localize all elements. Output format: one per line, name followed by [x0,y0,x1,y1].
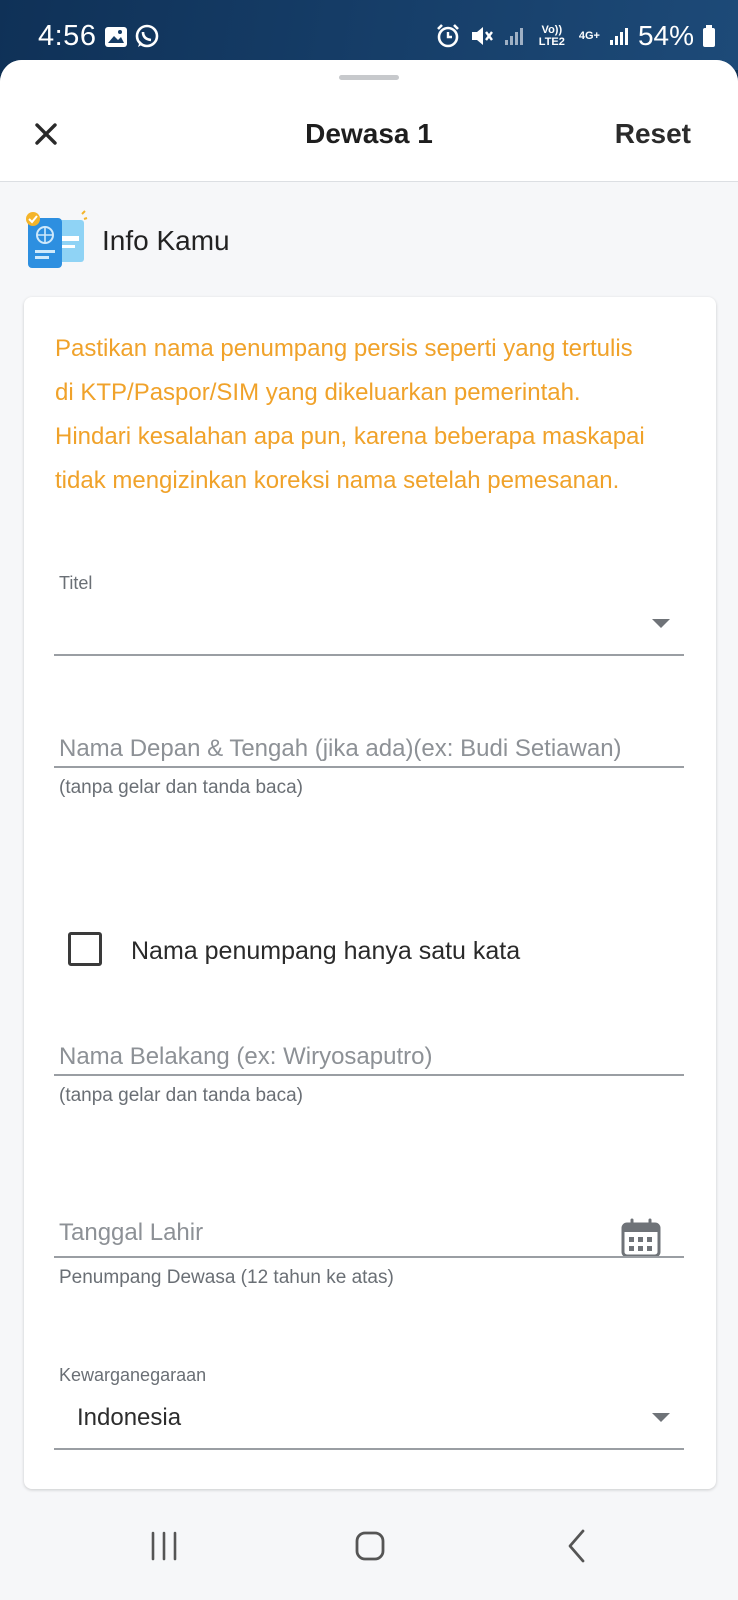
last-name-input[interactable]: Nama Belakang (ex: Wiryosaputro) [59,1043,432,1071]
chevron-down-icon[interactable] [652,619,670,628]
first-name-input[interactable]: Nama Depan & Tengah (jika ada)(ex: Budi … [59,735,622,763]
nationality-label: Kewarganegaraan [59,1365,207,1385]
title-select[interactable] [54,597,684,653]
battery-icon [703,25,715,47]
section-title: Info Kamu [102,225,230,256]
birth-date-input[interactable]: Tanggal Lahir [59,1219,203,1247]
drag-handle[interactable] [339,75,399,80]
whatsapp-icon [135,24,159,48]
birth-date-underline [54,1256,684,1258]
passport-visa-icon [26,210,88,268]
last-name-helper: (tanpa gelar dan tanda baca) [59,1085,304,1106]
passenger-form-card: Pastikan nama penumpang persis seperti y… [24,297,716,1489]
single-name-label[interactable]: Nama penumpang hanya satu kata [131,937,520,966]
calendar-icon[interactable] [620,1217,662,1259]
status-right: Vo)) LTE2 4G+ 54% [435,20,716,52]
mute-icon [471,27,493,45]
nationality-select[interactable]: Indonesia [77,1404,181,1432]
bottom-sheet: Dewasa 1 Reset Info Kamu Pastikan nama p… [0,60,738,1600]
home-icon[interactable] [354,1530,386,1562]
name-notice: Pastikan nama penumpang persis seperti y… [55,335,645,494]
battery-percent: 54% [637,20,694,51]
section-header: Info Kamu [24,210,230,272]
chevron-down-icon[interactable] [652,1413,670,1422]
network-label-1: Vo)) LTE2 [538,24,565,48]
back-icon[interactable] [565,1528,589,1564]
recent-apps-icon[interactable] [148,1530,180,1562]
signal-icon [504,28,523,45]
first-name-helper: (tanpa gelar dan tanda baca) [59,777,304,798]
title-underline [54,654,684,656]
status-time: 4:56 [38,20,97,52]
last-name-underline [54,1074,684,1076]
birth-date-helper: Penumpang Dewasa (12 tahun ke atas) [59,1267,394,1288]
system-nav-bar [0,1510,738,1600]
alarm-icon [436,24,459,48]
title-field-label: Titel [59,573,93,593]
reset-button[interactable]: Reset [615,118,691,150]
nationality-underline [54,1448,684,1450]
network-label-2: 4G+ [578,30,600,42]
signal-icon [609,28,628,45]
sheet-header: Dewasa 1 Reset [0,60,738,182]
gallery-icon [105,27,127,47]
single-name-checkbox[interactable] [68,932,102,966]
first-name-underline [54,766,684,768]
